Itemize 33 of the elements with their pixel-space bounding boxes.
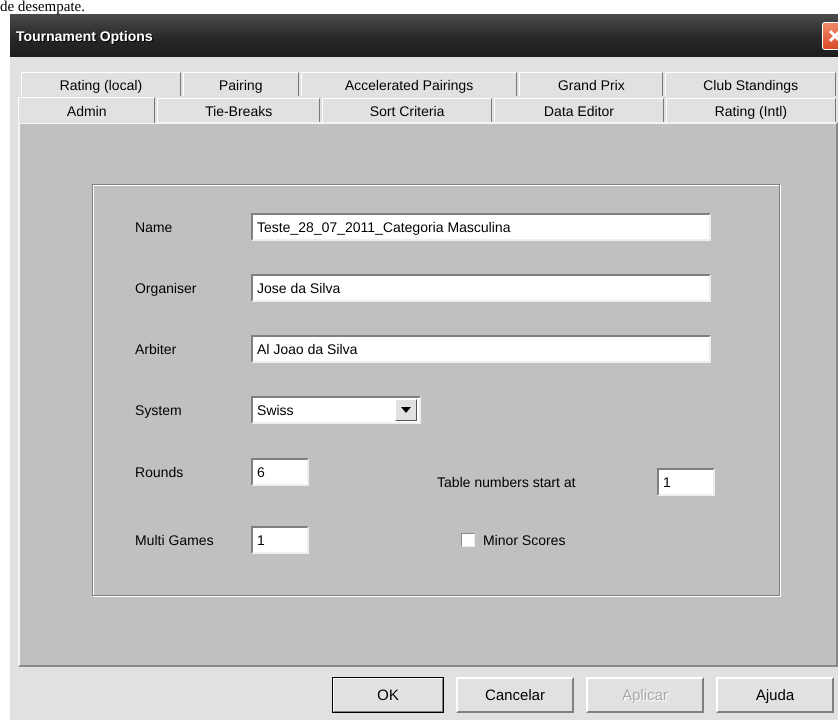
tab[interactable]: Data Editor xyxy=(494,98,664,122)
tab[interactable]: Pairing xyxy=(182,72,299,96)
dialog-button[interactable]: Ajuda xyxy=(716,677,834,713)
input-field[interactable]: Al Joao da Silva xyxy=(251,335,711,363)
field-label: System xyxy=(135,402,183,418)
dialog-button: Aplicar xyxy=(586,677,704,713)
window-title: Tournament Options xyxy=(16,28,153,44)
checkbox[interactable] xyxy=(461,533,475,547)
dropdown-value: Swiss xyxy=(257,402,294,418)
field-label: Rounds xyxy=(135,464,184,480)
tab[interactable]: Admin xyxy=(18,97,156,123)
field-label: Name xyxy=(135,219,174,235)
system-dropdown[interactable]: Swiss xyxy=(251,396,421,424)
dialog-button[interactable]: OK xyxy=(332,677,444,713)
field-label: Organiser xyxy=(135,280,198,296)
dialog-button[interactable]: Cancelar xyxy=(456,677,574,713)
tab[interactable]: Tie-Breaks xyxy=(157,98,320,122)
caption-text: de desempate. xyxy=(0,0,85,15)
input-field[interactable]: 6 xyxy=(251,458,309,486)
tab[interactable]: Sort Criteria xyxy=(322,98,492,122)
field-label: Arbiter xyxy=(135,341,178,357)
tab[interactable]: Rating (local) xyxy=(21,72,181,96)
checkbox-label: Minor Scores xyxy=(483,532,566,548)
input-field[interactable]: Jose da Silva xyxy=(251,274,711,302)
tab[interactable]: Rating (Intl) xyxy=(666,98,836,122)
tab[interactable]: Club Standings xyxy=(665,72,836,96)
field-label: Table numbers start at xyxy=(437,474,577,490)
field-label: Multi Games xyxy=(135,532,215,548)
input-field[interactable]: 1 xyxy=(657,468,715,496)
input-field[interactable]: 1 xyxy=(251,526,309,554)
tab[interactable]: Accelerated Pairings xyxy=(300,72,518,96)
tab[interactable]: Grand Prix xyxy=(519,72,664,96)
input-field[interactable]: Teste_28_07_2011_Categoria Masculina xyxy=(251,213,711,241)
